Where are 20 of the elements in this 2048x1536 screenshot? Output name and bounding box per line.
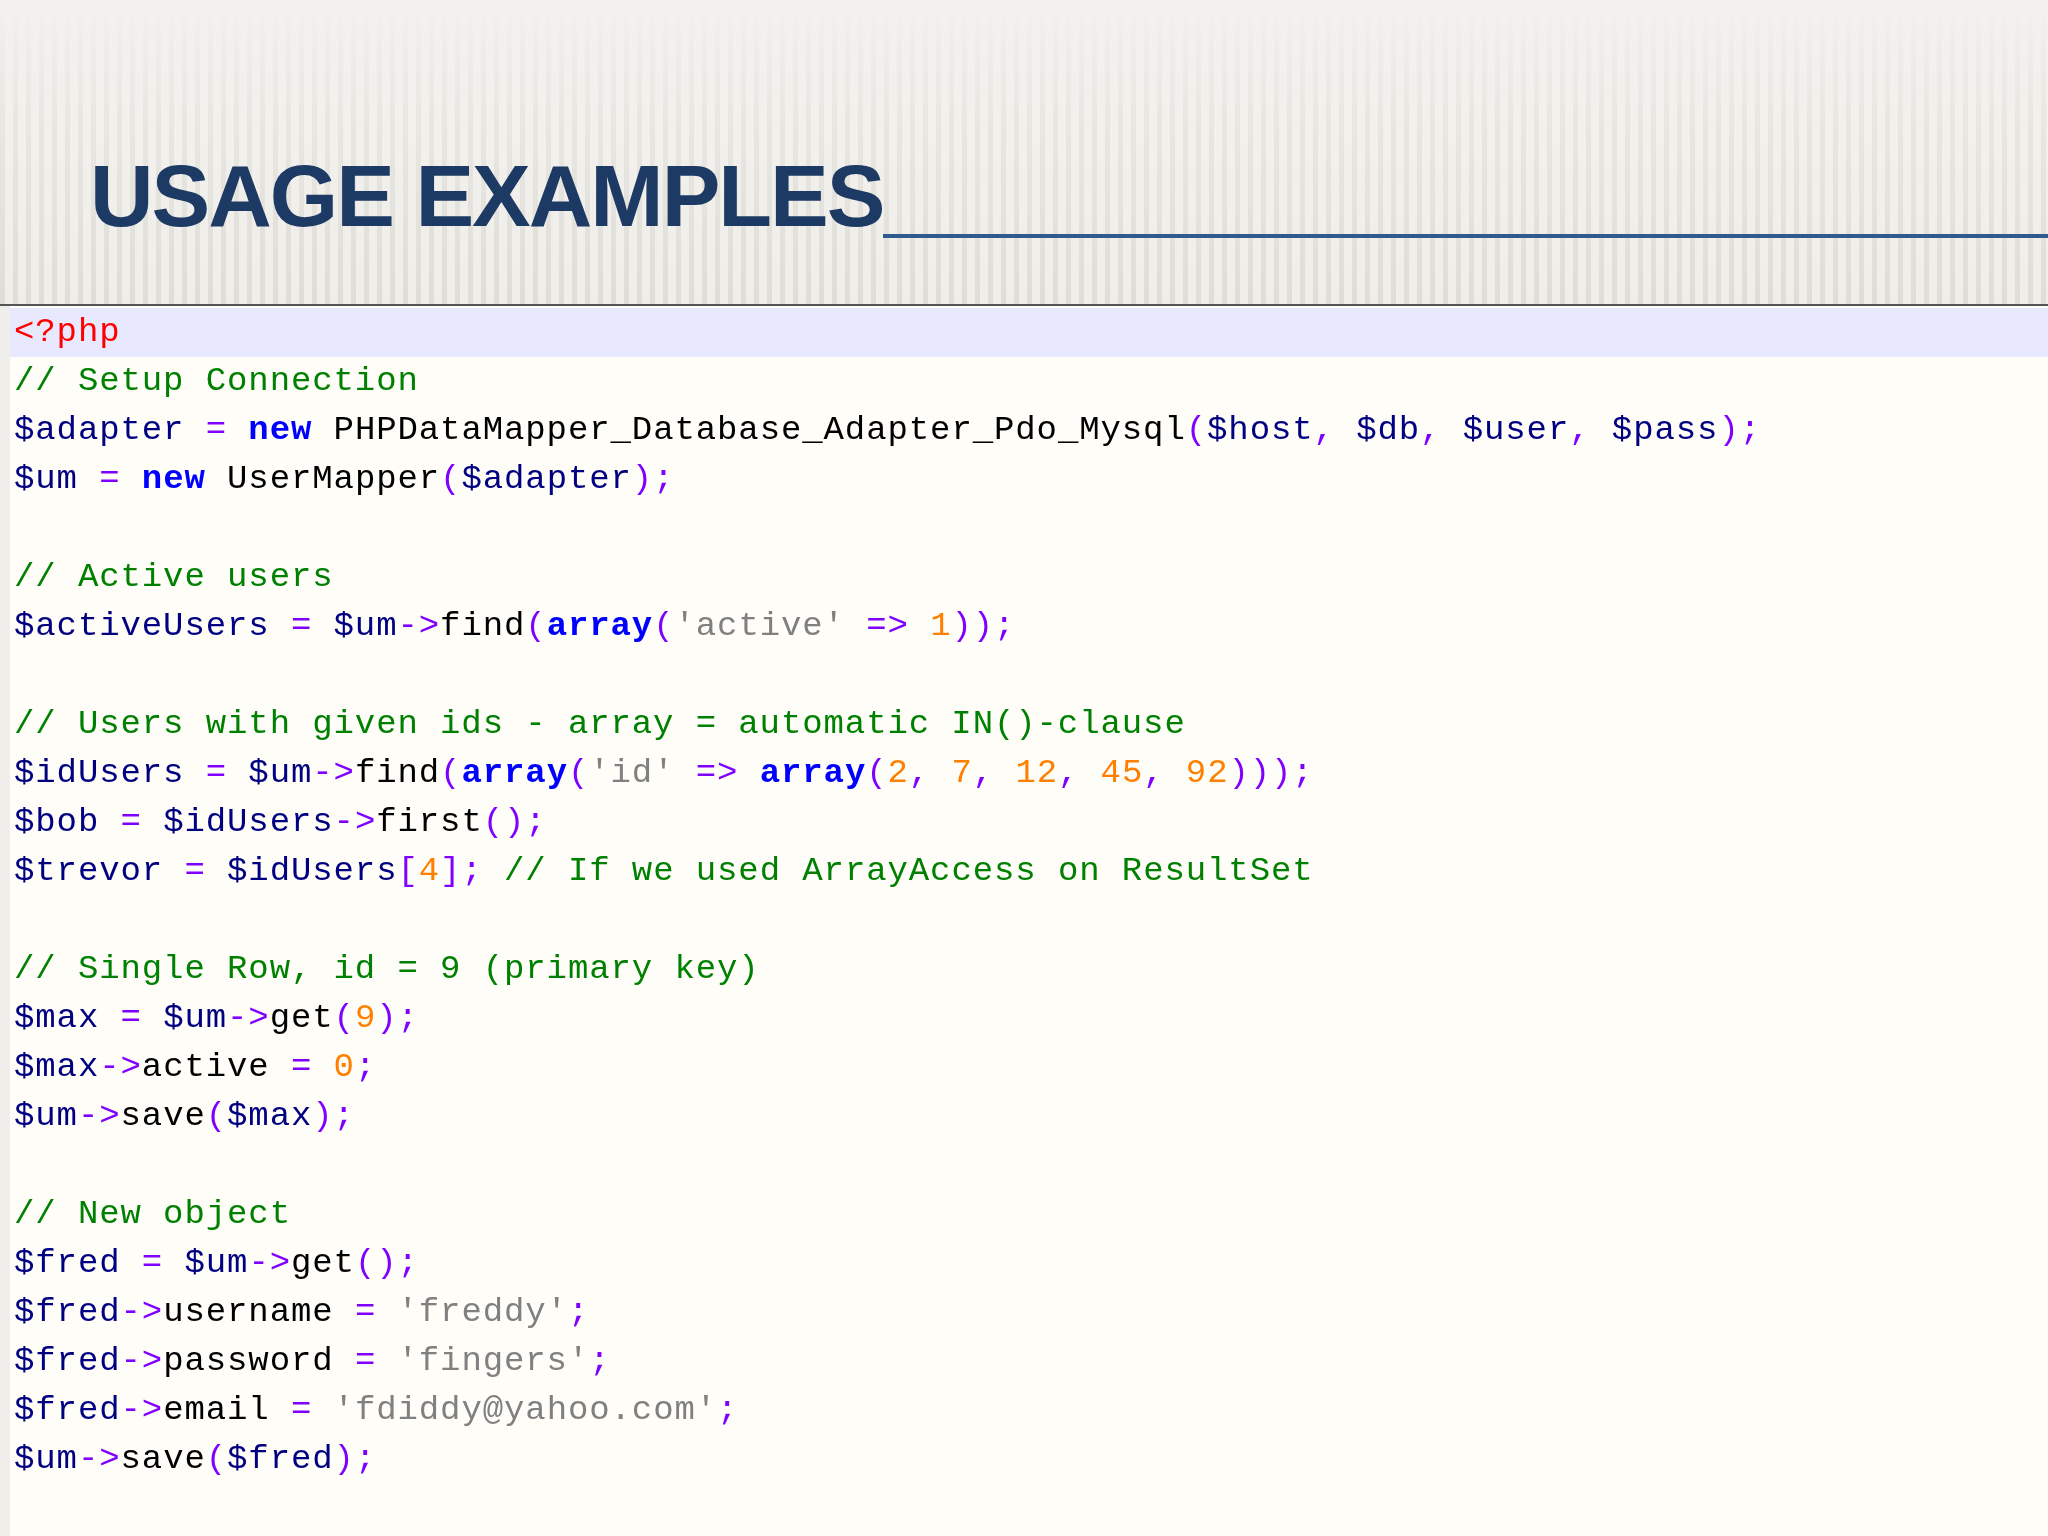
code-line: $fred->username = 'freddy'; (13, 1292, 591, 1333)
code-line: // Single Row, id = 9 (primary key) (13, 949, 761, 990)
code-line: $max->active = 0; (13, 1047, 378, 1088)
code-line: $fred->email = 'fdiddy@yahoo.com'; (13, 1390, 740, 1431)
code-line: // New object (13, 1194, 292, 1235)
code-line: $trevor = $idUsers[4]; // If we used ArrayAccess on ResultSet (13, 851, 1315, 892)
code-line: // Active users (13, 557, 335, 598)
code-line: $um = new UserMapper($adapter); (13, 459, 676, 500)
code-line: $fred->password = 'fingers'; (13, 1341, 612, 1382)
code-line: $adapter = new PHPDataMapper_Database_Adapter_Pdo_Mysql($host, $db, $user, $pass); (13, 410, 1762, 451)
code-line: $um->save($max); (13, 1096, 356, 1137)
code-line: $idUsers = $um->find(array('id' => array(2, 7, 12, 45, 92))); (13, 753, 1315, 794)
code-line: $max = $um->get(9); (13, 998, 420, 1039)
slide-title: USAGE EXAMPLES (90, 152, 884, 240)
code-line: $bob = $idUsers->first(); (13, 802, 548, 843)
code-line: $um->save($fred); (13, 1439, 378, 1480)
code-line: // Setup Connection (13, 361, 420, 402)
code-line: // Users with given ids - array = automatic IN()-clause (13, 704, 1187, 745)
code-line: $fred = $um->get(); (13, 1243, 420, 1284)
code-line: $activeUsers = $um->find(array('active' => 1)); (13, 606, 1017, 647)
